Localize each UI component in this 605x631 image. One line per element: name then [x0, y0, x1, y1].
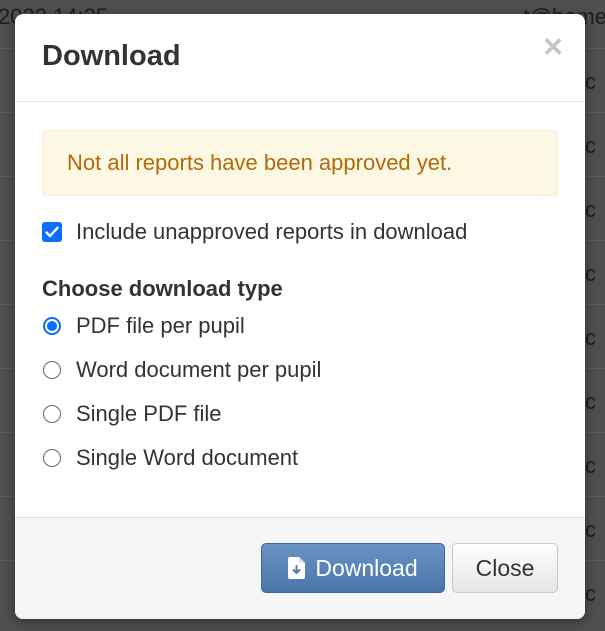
download-type-radio-group: PDF file per pupil Word document per pup…	[42, 304, 558, 480]
radio-option-word-per-pupil[interactable]: Word document per pupil	[42, 348, 558, 392]
radio-label: PDF file per pupil	[76, 313, 245, 338]
radio-button[interactable]	[43, 449, 61, 467]
radio-label: Single PDF file	[76, 401, 222, 426]
download-button-label: Download	[315, 554, 418, 581]
radio-button[interactable]	[43, 361, 61, 379]
radio-button[interactable]	[43, 405, 61, 423]
modal-body: Not all reports have been approved yet. …	[15, 102, 585, 480]
radio-label: Single Word document	[76, 445, 299, 470]
modal-title: Download	[42, 40, 181, 72]
checkmark-icon	[45, 226, 59, 238]
modal-header: Download ×	[15, 14, 585, 102]
download-modal: Download × Not all reports have been app…	[15, 14, 585, 619]
radio-option-single-pdf[interactable]: Single PDF file	[42, 392, 558, 436]
include-unapproved-checkbox[interactable]	[42, 222, 62, 242]
close-icon[interactable]: ×	[543, 30, 563, 64]
download-type-heading: Choose download type	[42, 276, 283, 301]
include-unapproved-label: Include unapproved reports in download	[76, 219, 468, 244]
file-download-icon	[288, 557, 306, 579]
radio-button[interactable]	[43, 317, 61, 335]
warning-alert: Not all reports have been approved yet.	[42, 130, 558, 196]
include-unapproved-checkbox-row[interactable]: Include unapproved reports in download	[42, 217, 558, 247]
radio-option-pdf-per-pupil[interactable]: PDF file per pupil	[42, 304, 558, 348]
download-button[interactable]: Download	[261, 543, 445, 593]
modal-footer: Download Close	[15, 517, 585, 619]
radio-label: Word document per pupil	[76, 357, 322, 382]
close-button[interactable]: Close	[452, 543, 558, 593]
radio-option-single-word[interactable]: Single Word document	[42, 436, 558, 480]
